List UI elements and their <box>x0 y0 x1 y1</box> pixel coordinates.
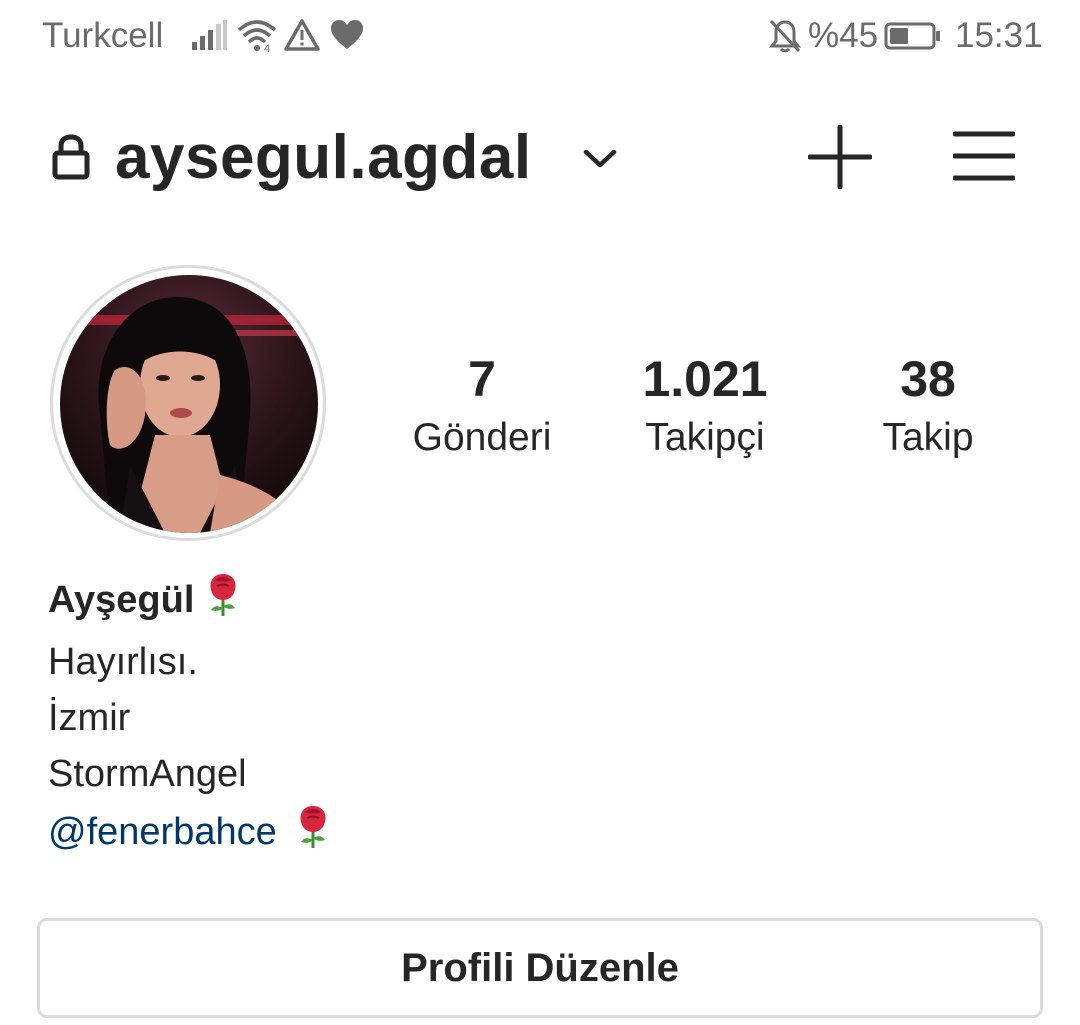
posts-value: 7 <box>468 351 496 407</box>
battery-percent: %45 <box>808 16 879 55</box>
bio-line: StormAngel <box>48 753 247 795</box>
followers-value: 1.021 <box>642 351 768 407</box>
following-count[interactable]: 38 Takip <box>818 350 1038 460</box>
warning-icon <box>284 18 320 57</box>
edit-profile-button[interactable]: Profili Düzenle <box>37 918 1043 1018</box>
bio-line: Hayırlısı. <box>48 641 198 683</box>
posts-label: Gönderi <box>412 416 552 459</box>
chevron-down-icon[interactable] <box>583 148 617 175</box>
followers-count[interactable]: 1.021 Takipçi <box>595 350 815 460</box>
lock-icon <box>52 134 90 185</box>
mention-link[interactable]: @fenerbahce <box>48 811 277 853</box>
svg-text:4: 4 <box>264 43 270 54</box>
carrier-name: Turkcell <box>42 16 164 55</box>
wifi-icon: 4 <box>236 18 278 59</box>
display-name: Ayşegül <box>48 579 195 622</box>
username[interactable]: aysegul.agdal <box>115 122 532 193</box>
rose-icon <box>205 570 241 634</box>
heart-icon <box>330 18 364 57</box>
bell-off-icon <box>768 18 802 59</box>
status-bar: Turkcell 4 %45 15:31 <box>0 0 1080 78</box>
battery-icon <box>884 22 942 55</box>
profile-header: aysegul.agdal <box>0 100 1080 210</box>
following-label: Takip <box>882 416 974 459</box>
bio: Ayşegül Hayırlısı. İzmir StormAngel @fen… <box>48 570 331 866</box>
rose-icon <box>295 802 331 866</box>
plus-icon[interactable] <box>807 124 873 194</box>
avatar[interactable] <box>60 275 318 533</box>
menu-icon[interactable] <box>952 130 1016 187</box>
clock: 15:31 <box>955 16 1043 55</box>
signal-icon <box>190 18 228 57</box>
posts-count[interactable]: 7 Gönderi <box>372 350 592 460</box>
bio-line: İzmir <box>48 697 131 739</box>
following-value: 38 <box>900 351 956 407</box>
followers-label: Takipçi <box>645 416 765 459</box>
